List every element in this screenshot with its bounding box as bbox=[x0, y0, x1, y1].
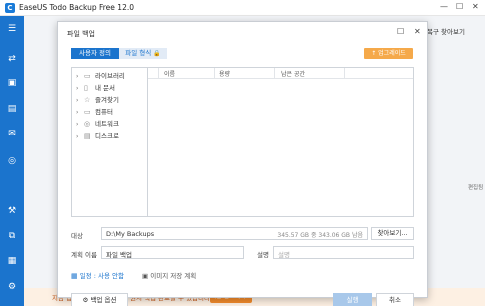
menu-icon[interactable]: ☰ bbox=[6, 24, 18, 34]
column-separator bbox=[214, 68, 215, 79]
destination-path: D:\My Backups bbox=[106, 230, 155, 238]
maximize-button[interactable]: ☐ bbox=[456, 2, 463, 11]
computer-icon: ▭ bbox=[84, 108, 91, 116]
backup-icon[interactable]: ⇄ bbox=[6, 54, 18, 64]
tree-item-label: 라이브러리 bbox=[95, 72, 125, 80]
tree-item-computer[interactable]: › ▭ 컴퓨터 bbox=[76, 107, 146, 117]
column-separator bbox=[344, 68, 345, 79]
star-icon: ☆ bbox=[84, 96, 91, 104]
settings-icon[interactable]: ⚙ bbox=[6, 282, 18, 292]
tree-item-documents[interactable]: › ▯ 내 문서 bbox=[76, 83, 146, 93]
column-separator bbox=[158, 68, 159, 79]
tools-icon[interactable]: ⚒ bbox=[6, 206, 18, 216]
tree-item-label: 네트워크 bbox=[95, 120, 119, 128]
dialog-close-button[interactable]: ✕ bbox=[414, 27, 421, 36]
tree-item-disk[interactable]: › ▤ 디스크로 bbox=[76, 131, 146, 141]
schedule-link[interactable]: ▦ 일정 : 사용 안함 bbox=[71, 270, 124, 280]
chevron-right-icon[interactable]: › bbox=[76, 96, 84, 106]
description-label: 설명 bbox=[257, 251, 269, 259]
chevron-right-icon[interactable]: › bbox=[76, 108, 84, 118]
app-title-bar: C EaseUS Todo Backup Free 12.0 — ☐ ✕ bbox=[0, 0, 485, 16]
cancel-button[interactable]: 취소 bbox=[376, 293, 414, 306]
apps-icon[interactable]: ▦ bbox=[6, 256, 18, 266]
chevron-right-icon[interactable]: › bbox=[76, 84, 84, 94]
clone-icon[interactable]: ⧉ bbox=[6, 231, 18, 241]
dialog-maximize-button[interactable]: ☐ bbox=[397, 27, 404, 36]
chevron-right-icon[interactable]: › bbox=[76, 120, 84, 130]
execute-button[interactable]: 실행 bbox=[333, 293, 372, 306]
schedule-link-label: 일정 : 사용 안함 bbox=[79, 272, 124, 280]
dialog-title: 파일 백업 bbox=[67, 30, 95, 38]
plan-name-label: 계획 이름 bbox=[71, 251, 97, 259]
tree-item-label: 내 문서 bbox=[95, 84, 116, 92]
smart-icon[interactable]: ◎ bbox=[6, 156, 18, 166]
file-backup-dialog: 파일 백업 ☐ ✕ 사용자 정의 파일 형식 🔒 ↑ 업그레이드 › ▭ 라이브러리… bbox=[57, 21, 428, 306]
chevron-right-icon[interactable]: › bbox=[76, 132, 84, 142]
destination-label: 대상 bbox=[71, 232, 83, 240]
tree-item-network[interactable]: › ◎ 네트워크 bbox=[76, 119, 146, 129]
upgrade-button[interactable]: ↑ 업그레이드 bbox=[364, 48, 413, 59]
folder-icon: ▭ bbox=[84, 72, 91, 80]
plan-name-input[interactable]: 파일 백업 bbox=[101, 246, 244, 259]
tree-item-label: 디스크로 bbox=[95, 132, 119, 140]
close-button[interactable]: ✕ bbox=[472, 2, 479, 11]
description-input[interactable]: 설명 bbox=[273, 246, 414, 259]
side-text: 편집됨 bbox=[468, 185, 484, 191]
image-icon[interactable]: ▣ bbox=[6, 78, 18, 88]
disk-icon: ▤ bbox=[84, 132, 91, 140]
calendar-icon: ▦ bbox=[71, 272, 78, 280]
file-list-header: 이름 용량 남은 공간 bbox=[148, 68, 413, 79]
file-list: 이름 용량 남은 공간 bbox=[148, 67, 414, 217]
image-icon: ▣ bbox=[142, 272, 149, 280]
app-logo-icon: C bbox=[5, 3, 15, 13]
destination-space: 345.57 GB 중 343.06 GB 남음 bbox=[277, 232, 363, 239]
column-separator bbox=[274, 68, 275, 79]
tab-custom[interactable]: 사용자 정의 bbox=[71, 48, 119, 59]
tab-file-type[interactable]: 파일 형식 🔒 bbox=[119, 48, 167, 59]
file-icon[interactable]: ▤ bbox=[6, 104, 18, 114]
mail-icon[interactable]: ✉ bbox=[6, 129, 18, 139]
folder-tree: › ▭ 라이브러리 › ▯ 내 문서 › ☆ 즐겨찾기 › ▭ 컴퓨터 › ◎ 네트워크 › ▤ 디스크… bbox=[71, 67, 148, 217]
column-size[interactable]: 용량 bbox=[219, 69, 230, 78]
tab-file-type-label: 파일 형식 bbox=[125, 49, 152, 57]
tree-item-label: 컴퓨터 bbox=[95, 108, 113, 116]
destination-field[interactable]: D:\My Backups 345.57 GB 중 343.06 GB 남음 bbox=[101, 227, 368, 240]
browse-recovery-button[interactable]: 복구 찾아보기 bbox=[427, 26, 465, 36]
chevron-right-icon[interactable]: › bbox=[76, 72, 84, 82]
column-name[interactable]: 이름 bbox=[164, 69, 175, 78]
app-title: EaseUS Todo Backup Free 12.0 bbox=[19, 3, 134, 12]
minimize-button[interactable]: — bbox=[440, 2, 448, 11]
backup-options-button[interactable]: ⚙ 백업 옵션 bbox=[71, 293, 128, 306]
image-reserve-link[interactable]: ▣ 이미지 저장 계획 bbox=[142, 270, 196, 280]
backup-options-label: 백업 옵션 bbox=[90, 296, 117, 304]
tree-item-label: 즐겨찾기 bbox=[95, 96, 119, 104]
document-icon: ▯ bbox=[84, 84, 88, 92]
network-icon: ◎ bbox=[84, 120, 91, 128]
tree-item-favorites[interactable]: › ☆ 즐겨찾기 bbox=[76, 95, 146, 105]
column-free-space[interactable]: 남은 공간 bbox=[281, 69, 305, 78]
sidebar: ☰ ⇄ ▣ ▤ ✉ ◎ ⚒ ⧉ ▦ ⚙ bbox=[0, 16, 24, 306]
browse-button[interactable]: 찾아보기... bbox=[371, 227, 414, 240]
lock-icon: 🔒 bbox=[153, 50, 161, 57]
image-reserve-label: 이미지 저장 계획 bbox=[150, 272, 197, 280]
gear-icon: ⚙ bbox=[82, 296, 89, 304]
tree-item-library[interactable]: › ▭ 라이브러리 bbox=[76, 71, 146, 81]
